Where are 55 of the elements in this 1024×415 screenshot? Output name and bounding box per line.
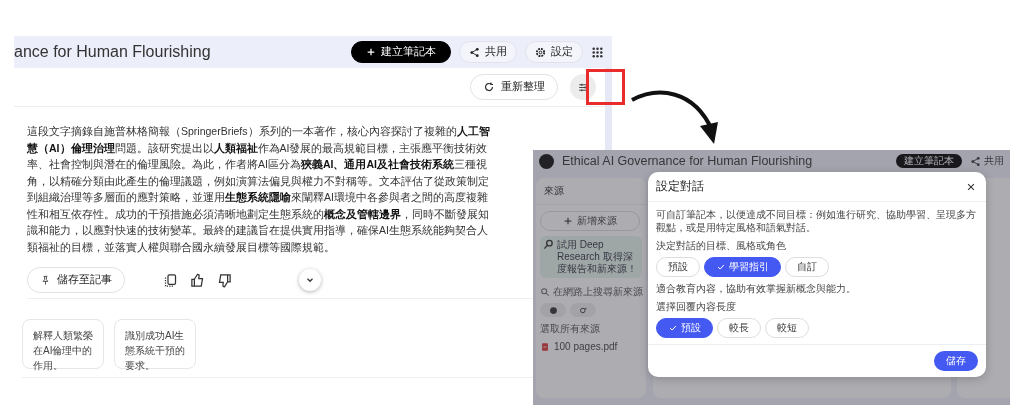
suggestion-chip[interactable]: 解釋人類繁榮在AI倫理中的作用。 xyxy=(22,319,104,369)
option-chip[interactable]: 預設 xyxy=(656,318,713,338)
save-note-button[interactable]: 儲存至記事 xyxy=(27,267,125,293)
select-all-label[interactable]: 選取所有來源 xyxy=(540,322,642,336)
search-icon xyxy=(540,287,550,297)
banner-text: 試用 Deep Research 取得深度報告和新來源！ xyxy=(557,239,638,275)
refresh-button[interactable]: 重新整理 xyxy=(470,74,558,100)
section-label: 選擇回覆內容長度 xyxy=(656,300,737,313)
check-icon xyxy=(716,262,726,272)
option-chip[interactable]: 學習指引 xyxy=(704,257,781,277)
search-mode-dropdown[interactable] xyxy=(570,303,596,317)
copy-icon xyxy=(163,272,178,288)
search-icon xyxy=(543,239,554,250)
plus-icon xyxy=(563,216,573,226)
notebook-title: Ethical AI Governance for Human Flourishing xyxy=(562,154,814,168)
option-chip[interactable]: 自訂 xyxy=(785,257,829,277)
deep-research-banner[interactable]: 試用 Deep Research 取得深度報告和新來源！ xyxy=(540,236,642,278)
save-button[interactable]: 儲存 xyxy=(934,351,978,371)
share-icon xyxy=(970,155,981,167)
globe-icon xyxy=(548,305,558,315)
source-file[interactable]: 100 pages.pdf xyxy=(540,341,642,352)
header-button[interactable]: 建立筆記本 xyxy=(351,41,451,63)
option-hint: 適合教育內容，協助有效掌握新概念與能力。 xyxy=(656,282,857,295)
header-button[interactable]: 設定 xyxy=(525,41,583,63)
pdf-icon xyxy=(540,341,550,352)
close-button[interactable] xyxy=(966,181,976,192)
check-icon xyxy=(668,323,678,333)
section-label: 決定對話的目標、風格或角色 xyxy=(656,239,787,252)
logo-icon xyxy=(539,153,554,169)
share-button[interactable]: 共用 xyxy=(970,154,1004,168)
summary-paragraph: 這段文字摘錄自施普林格簡報（SpringerBriefs）系列的一本著作，核心內容探討了複雜的人工智慧（AI）倫理治理問題。該研究提出以人類福祉作為AI發展的最高規範目標，主張應平衡技術效率、社會控制與潛在的倫理風險。為此，作者將AI區分為狹義AI、通用AI及社會技術系統三種視角，以精確分類由此產生的倫理議題，例如演算法偏見與權力不對稱等。文本評估了從政策制定到組織治理等多層面的應對策略，並運用生態系統隱喻來闡釋AI環境中各參與者之間的高度複雜性和相互依存性。成功的干預措施必須清晰地劃定生態系統的概念及管轄邊界，同時不斷發展知識和能力，以應對快速的技術變革。最終的建議旨在提供實用指導，確保AI生態系統能夠契合人類福祉的目標，並落實人權與聯合國永續發展目標等國際規範。 xyxy=(27,124,491,255)
globe-dropdown[interactable] xyxy=(540,303,566,317)
close-icon xyxy=(966,181,976,192)
apps-grid-icon xyxy=(591,45,604,59)
dialog-title: 設定對話 xyxy=(656,178,704,195)
web-search-field[interactable]: 在網路上搜尋新來源 xyxy=(540,284,642,300)
add-source-button[interactable]: 新增來源 xyxy=(540,211,640,231)
refresh-icon xyxy=(483,81,495,93)
option-chip[interactable]: 較長 xyxy=(717,318,761,338)
highlight-frame xyxy=(586,69,625,105)
create-notebook-button[interactable]: 建立筆記本 xyxy=(896,154,962,168)
settings-icon xyxy=(535,46,546,58)
option-chip[interactable]: 較短 xyxy=(765,318,809,338)
dialog-description: 可自訂筆記本，以便達成不同目標：例如進行研究、協助學習、呈現多方觀點，或是用特定風格和語氣對話。 xyxy=(656,208,976,234)
thumbs-down-icon xyxy=(217,272,232,288)
suggestion-chip[interactable]: 識別成功AI生態系統干預的要求。 xyxy=(114,319,196,369)
option-chip[interactable]: 預設 xyxy=(656,257,700,277)
thumbs-up-icon xyxy=(190,272,205,288)
header-button[interactable]: 共用 xyxy=(459,41,517,63)
panel-heading: 來源 xyxy=(536,178,646,205)
plus-icon xyxy=(366,47,376,57)
pin-icon xyxy=(40,274,51,286)
sparkle-search-icon xyxy=(578,305,588,315)
notebook-title: ance for Human Flourishing xyxy=(14,43,212,61)
share-icon xyxy=(469,46,480,58)
